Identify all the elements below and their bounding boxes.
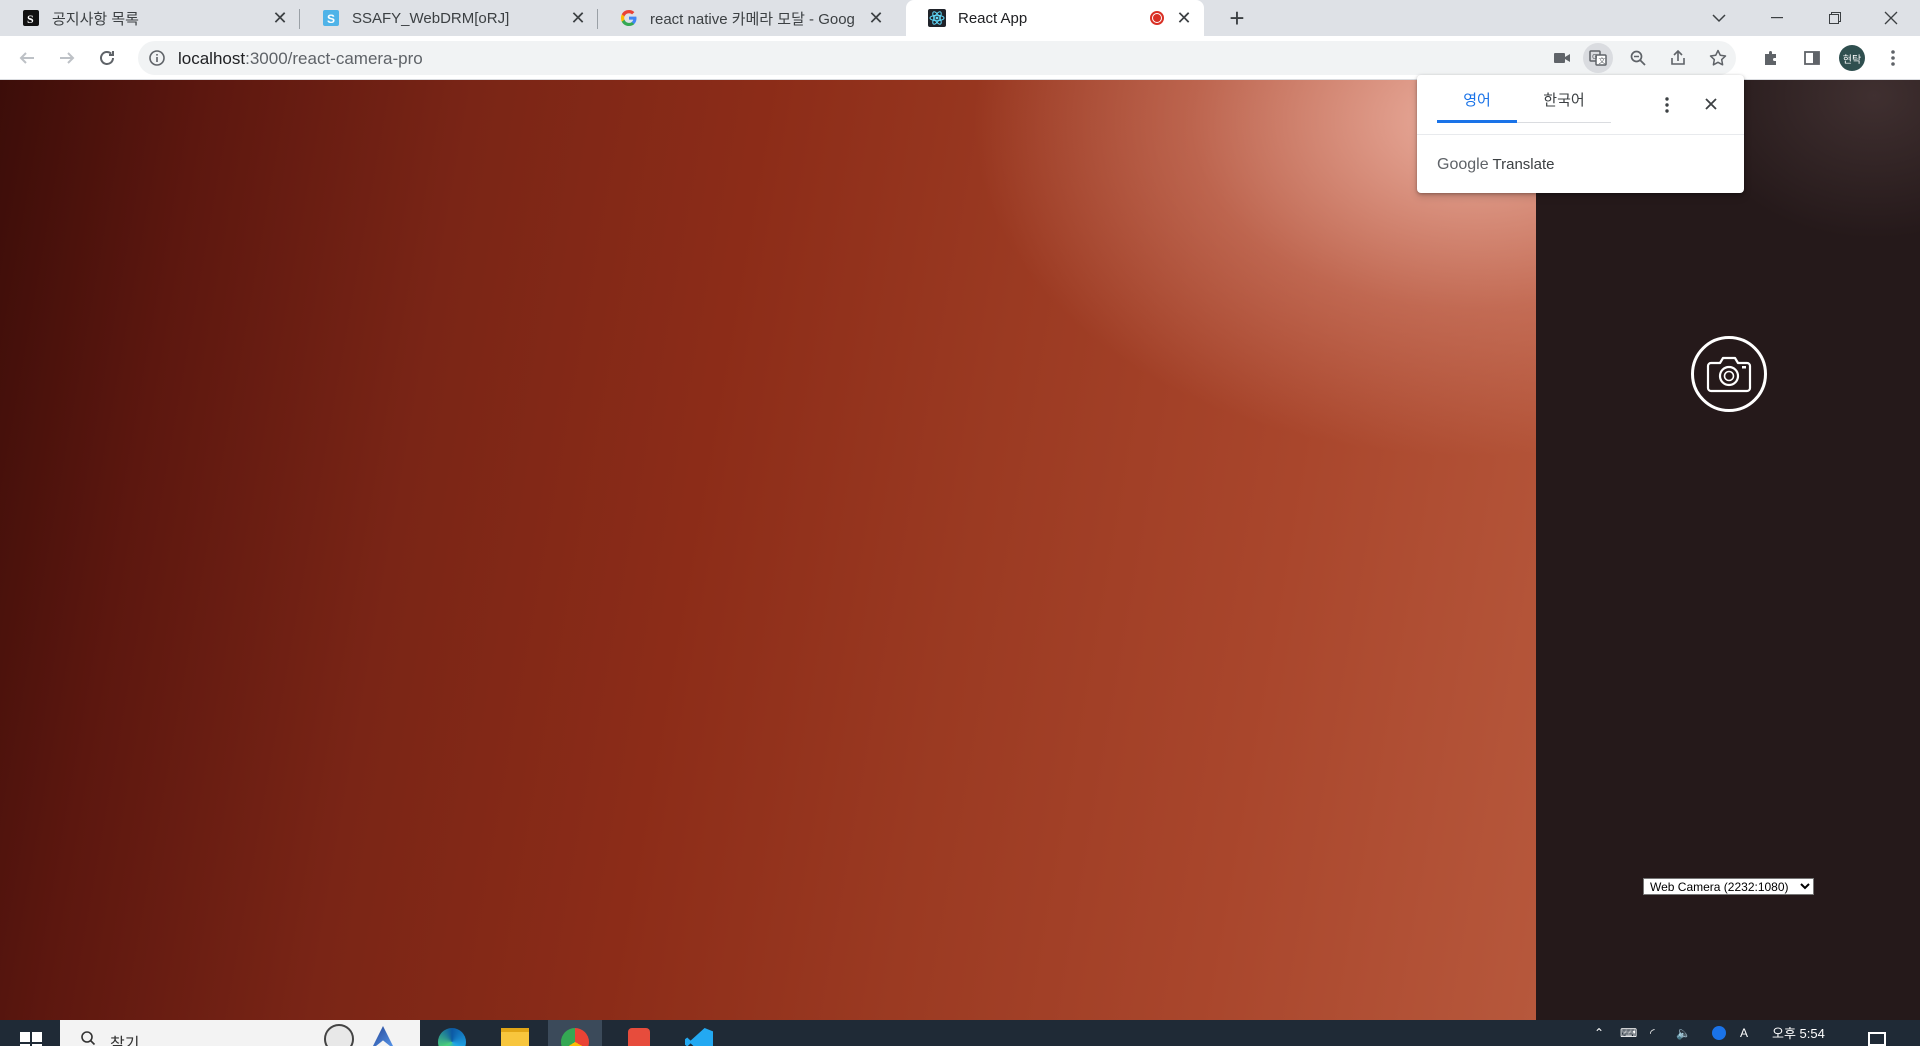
windows-start-icon[interactable] (20, 1032, 42, 1046)
close-translate-popup-icon[interactable] (1699, 92, 1723, 116)
tab-react-app[interactable]: React App ✕ (906, 0, 1204, 36)
tab-title: React App (958, 9, 1028, 27)
taskbar-vscode[interactable] (672, 1020, 726, 1046)
keyboard-icon[interactable]: ⌨ (1620, 1026, 1637, 1040)
chrome-icon (561, 1028, 589, 1046)
google-icon (620, 9, 638, 27)
svg-text:S: S (327, 12, 335, 26)
share-icon[interactable] (1663, 43, 1693, 73)
tab-notice-list[interactable]: S 공지사항 목록 ✕ (0, 0, 300, 36)
taskbar-search-box[interactable]: 찾기 (60, 1020, 420, 1046)
bluetooth-icon[interactable] (1712, 1026, 1726, 1040)
vscode-icon (685, 1028, 713, 1046)
take-photo-button[interactable] (1691, 336, 1767, 412)
camera-icon (1706, 356, 1752, 393)
svg-text:G: G (1592, 53, 1597, 61)
windows-taskbar: 찾기 ⌃ ⌨ ◜ 🔈 A 오후 5:54 (0, 1020, 1920, 1046)
close-window-button[interactable] (1862, 0, 1920, 36)
chevron-down-icon (1712, 14, 1726, 23)
tab-title: react native 카메라 모달 - Goog (650, 10, 855, 28)
tab-strip: S 공지사항 목록 ✕ S SSAFY_WebDRM[oRJ] ✕ react … (0, 0, 1920, 36)
bookmark-star-icon[interactable] (1703, 43, 1733, 73)
search-placeholder: 찾기 (110, 1036, 140, 1046)
tab-ssafy-webdrm[interactable]: S SSAFY_WebDRM[oRJ] ✕ (300, 0, 598, 36)
camera-in-use-icon[interactable] (1547, 43, 1577, 73)
close-icon (1884, 11, 1898, 25)
app-shortcut-icon[interactable] (371, 1026, 395, 1046)
taskbar-chrome[interactable] (548, 1020, 602, 1046)
more-menu-icon[interactable] (1878, 43, 1908, 73)
minimize-icon (1771, 17, 1783, 19)
recording-indicator-icon (1150, 11, 1164, 25)
soccer-ball-icon[interactable] (324, 1024, 354, 1046)
reload-button[interactable] (91, 42, 123, 74)
close-tab-icon[interactable]: ✕ (270, 8, 290, 28)
volume-icon[interactable]: 🔈 (1676, 1026, 1691, 1040)
zoom-icon[interactable] (1623, 43, 1653, 73)
svg-text:S: S (27, 12, 34, 26)
tab-title: 공지사항 목록 (52, 10, 139, 28)
document-icon: S (322, 9, 340, 27)
back-button[interactable] (11, 42, 43, 74)
notion-icon: S (22, 9, 40, 27)
tab-search-button[interactable] (1690, 0, 1748, 36)
extensions-icon[interactable] (1756, 43, 1786, 73)
svg-text:文: 文 (1599, 56, 1606, 65)
taskbar-app[interactable] (612, 1020, 666, 1046)
restore-icon (1829, 12, 1841, 24)
site-info-icon[interactable] (148, 49, 166, 67)
taskbar-file-explorer[interactable] (488, 1020, 542, 1046)
brand-google: Google (1437, 156, 1489, 173)
close-tab-icon[interactable]: ✕ (1174, 8, 1194, 28)
app-icon (628, 1028, 650, 1046)
notifications-icon[interactable] (1868, 1032, 1886, 1046)
react-icon (928, 9, 946, 27)
wifi-icon[interactable]: ◜ (1650, 1026, 1655, 1040)
search-icon (81, 1031, 96, 1046)
close-tab-icon[interactable]: ✕ (568, 8, 588, 28)
target-language-tab[interactable]: 한국어 (1517, 89, 1611, 123)
forward-arrow-icon (60, 52, 75, 64)
reload-icon (100, 51, 114, 65)
minimize-button[interactable] (1748, 0, 1806, 36)
brand-translate: Translate (1492, 156, 1555, 173)
translate-icon[interactable]: G文 (1583, 43, 1613, 73)
tab-google-search[interactable]: react native 카메라 모달 - Goog ✕ (598, 0, 896, 36)
tray-chevron-up-icon[interactable]: ⌃ (1594, 1026, 1604, 1040)
url-text[interactable]: localhost:3000/react-camera-pro (178, 49, 423, 69)
camera-device-select[interactable]: Web Camera (2232:1080) (1643, 878, 1814, 895)
browser-toolbar: localhost:3000/react-camera-pro G文 현탁 (0, 36, 1920, 80)
ime-indicator[interactable]: A (1740, 1026, 1748, 1040)
profile-avatar[interactable]: 현탁 (1839, 45, 1865, 71)
translate-popup: 영어 한국어 Google Translate (1417, 75, 1744, 193)
restore-button[interactable] (1806, 0, 1864, 36)
edge-icon (438, 1028, 466, 1046)
taskbar-clock[interactable]: 오후 5:54 (1772, 1023, 1825, 1042)
back-arrow-icon (19, 52, 34, 64)
taskbar-edge[interactable] (425, 1020, 479, 1046)
google-translate-branding: Google Translate (1437, 156, 1554, 174)
camera-preview (0, 80, 1536, 1020)
new-tab-button[interactable]: + (1222, 3, 1252, 33)
address-bar[interactable]: localhost:3000/react-camera-pro G文 (138, 41, 1736, 75)
translate-options-icon[interactable] (1657, 93, 1677, 117)
forward-button[interactable] (51, 42, 83, 74)
page-viewport (0, 80, 1920, 1020)
folder-icon (501, 1028, 529, 1046)
divider (1417, 134, 1744, 135)
source-language-tab[interactable]: 영어 (1437, 89, 1517, 123)
close-tab-icon[interactable]: ✕ (866, 8, 886, 28)
side-panel-icon[interactable] (1797, 43, 1827, 73)
tab-title: SSAFY_WebDRM[oRJ] (352, 9, 510, 27)
